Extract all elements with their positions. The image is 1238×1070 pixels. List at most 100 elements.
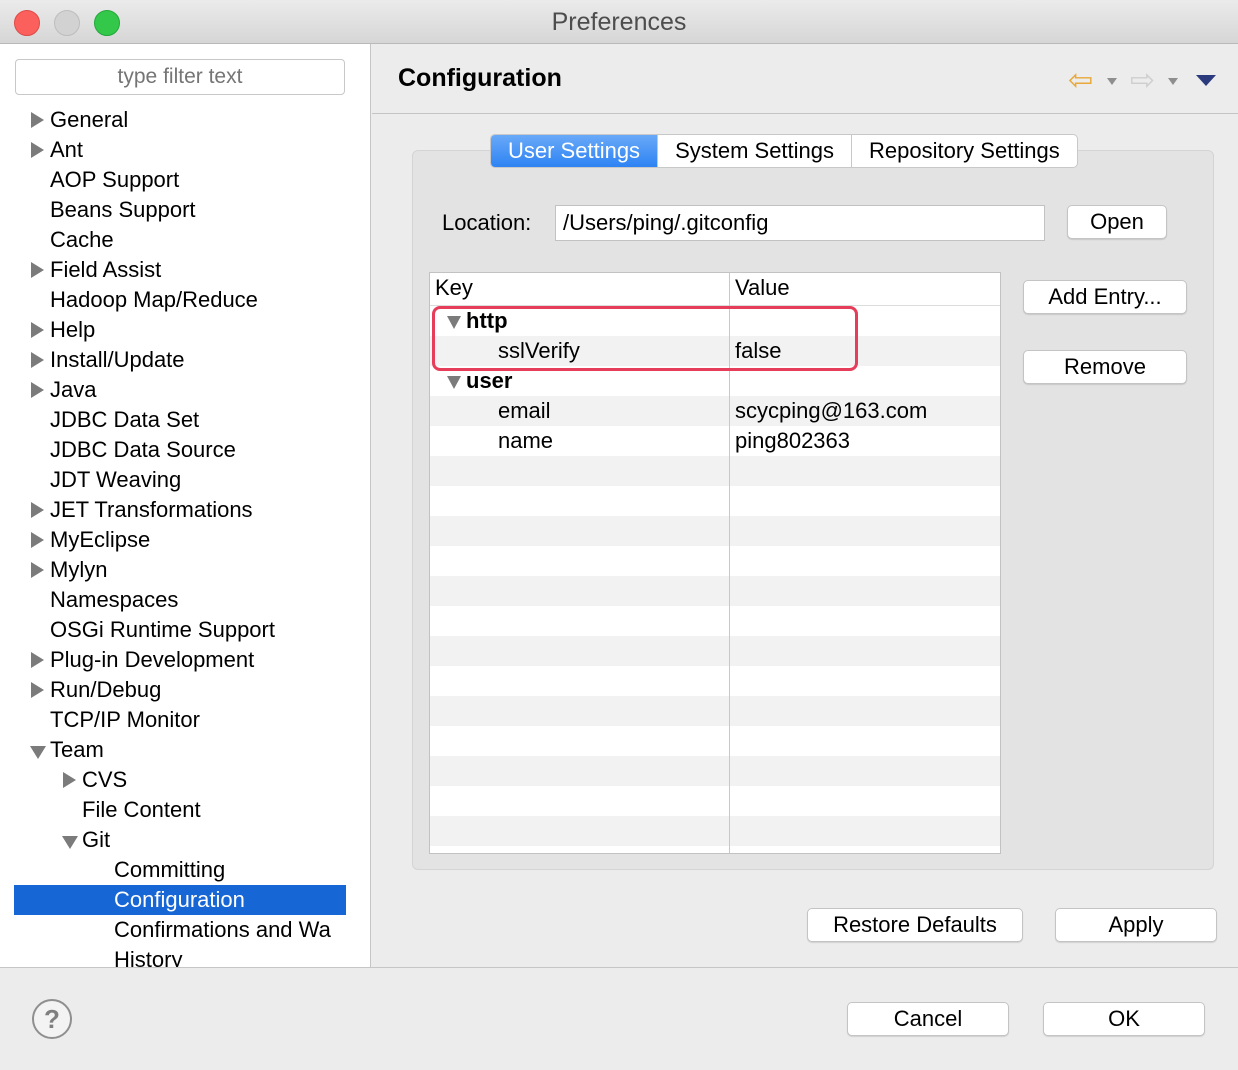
- collapse-arrow-icon[interactable]: [447, 376, 461, 389]
- sidebar-item-label: Namespaces: [50, 587, 179, 612]
- sidebar-item-tcp-ip-monitor[interactable]: TCP/IP Monitor: [0, 705, 370, 735]
- sidebar-item-plug-in-development[interactable]: Plug-in Development: [0, 645, 370, 675]
- page-title: Configuration: [398, 64, 562, 92]
- sidebar-item-general[interactable]: General: [0, 105, 370, 135]
- sidebar-item-ant[interactable]: Ant: [0, 135, 370, 165]
- sidebar-item-file-content[interactable]: File Content: [0, 795, 370, 825]
- view-menu-icon[interactable]: [1196, 75, 1216, 86]
- collapse-arrow-icon[interactable]: [62, 836, 78, 849]
- sidebar-item-label: CVS: [82, 767, 128, 792]
- title-bar: Preferences: [0, 0, 1238, 44]
- sidebar-item-label: Ant: [50, 137, 84, 162]
- empty-table-row: [430, 456, 1000, 486]
- empty-table-row: [430, 636, 1000, 666]
- forward-arrow-icon[interactable]: ⇨: [1130, 66, 1155, 96]
- expand-arrow-icon[interactable]: [31, 322, 44, 338]
- empty-table-row: [430, 786, 1000, 816]
- sidebar-item-jdbc-data-source[interactable]: JDBC Data Source: [0, 435, 370, 465]
- help-icon[interactable]: ?: [32, 999, 72, 1039]
- sidebar-item-label: Run/Debug: [50, 677, 162, 702]
- sidebar-item-myeclipse[interactable]: MyEclipse: [0, 525, 370, 555]
- sidebar-item-label: Configuration: [114, 887, 245, 912]
- sidebar-item-label: Git: [82, 827, 111, 852]
- tab-user-settings[interactable]: User Settings: [491, 135, 659, 167]
- expand-arrow-icon[interactable]: [31, 262, 44, 278]
- sidebar-item-beans-support[interactable]: Beans Support: [0, 195, 370, 225]
- sidebar-item-label: Confirmations and Wa: [114, 917, 331, 942]
- sidebar-item-cache[interactable]: Cache: [0, 225, 370, 255]
- sidebar-item-label: Beans Support: [50, 197, 196, 222]
- expand-arrow-icon[interactable]: [31, 142, 44, 158]
- expand-arrow-icon[interactable]: [31, 352, 44, 368]
- sidebar-item-hadoop-map-reduce[interactable]: Hadoop Map/Reduce: [0, 285, 370, 315]
- table-row[interactable]: name ping802363: [430, 426, 1000, 456]
- sidebar-item-label: Java: [50, 377, 97, 402]
- sidebar-item-jdt-weaving[interactable]: JDT Weaving: [0, 465, 370, 495]
- highlight-annotation: [432, 306, 858, 371]
- cancel-button[interactable]: Cancel: [847, 1002, 1009, 1036]
- add-entry-button[interactable]: Add Entry...: [1023, 280, 1187, 314]
- expand-arrow-icon[interactable]: [63, 772, 76, 788]
- apply-button[interactable]: Apply: [1055, 908, 1217, 942]
- empty-table-row: [430, 696, 1000, 726]
- expand-arrow-icon[interactable]: [31, 652, 44, 668]
- restore-defaults-button[interactable]: Restore Defaults: [807, 908, 1023, 942]
- sidebar-item-aop-support[interactable]: AOP Support: [0, 165, 370, 195]
- filter-input[interactable]: [15, 59, 345, 95]
- sidebar-item-confirmations-and-wa[interactable]: Confirmations and Wa: [0, 915, 370, 945]
- sidebar-item-label: TCP/IP Monitor: [50, 707, 200, 732]
- sidebar-item-java[interactable]: Java: [0, 375, 370, 405]
- sidebar-item-configuration[interactable]: Configuration: [14, 885, 346, 915]
- sidebar-item-label: Committing: [114, 857, 226, 882]
- sidebar-item-team[interactable]: Team: [0, 735, 370, 765]
- table-row[interactable]: email scycping@163.com: [430, 396, 1000, 426]
- window-title: Preferences: [551, 8, 687, 36]
- config-key: name: [498, 428, 554, 453]
- empty-table-row: [430, 516, 1000, 546]
- empty-table-row: [430, 756, 1000, 786]
- collapse-arrow-icon[interactable]: [30, 746, 46, 759]
- ok-button[interactable]: OK: [1043, 1002, 1205, 1036]
- sidebar-item-cvs[interactable]: CVS: [0, 765, 370, 795]
- empty-table-row: [430, 606, 1000, 636]
- sidebar-item-field-assist[interactable]: Field Assist: [0, 255, 370, 285]
- sidebar-item-label: OSGi Runtime Support: [50, 617, 275, 642]
- sidebar-item-label: JDT Weaving: [50, 467, 182, 492]
- sidebar-item-jdbc-data-set[interactable]: JDBC Data Set: [0, 405, 370, 435]
- expand-arrow-icon[interactable]: [31, 562, 44, 578]
- back-arrow-icon[interactable]: ⇦: [1068, 66, 1093, 96]
- remove-button[interactable]: Remove: [1023, 350, 1187, 384]
- sidebar-item-label: Mylyn: [50, 557, 108, 582]
- sidebar-item-osgi-runtime-support[interactable]: OSGi Runtime Support: [0, 615, 370, 645]
- column-header-key[interactable]: Key: [435, 275, 473, 301]
- sidebar-item-mylyn[interactable]: Mylyn: [0, 555, 370, 585]
- sidebar-item-history[interactable]: History: [0, 945, 370, 967]
- expand-arrow-icon[interactable]: [31, 532, 44, 548]
- expand-arrow-icon[interactable]: [31, 502, 44, 518]
- location-field[interactable]: [555, 205, 1045, 241]
- sidebar-item-install-update[interactable]: Install/Update: [0, 345, 370, 375]
- sidebar-item-committing[interactable]: Committing: [0, 855, 370, 885]
- sidebar-item-label: MyEclipse: [50, 527, 151, 552]
- config-key: email: [498, 398, 551, 423]
- config-value: scycping@163.com: [735, 398, 928, 423]
- empty-table-row: [430, 726, 1000, 756]
- sidebar-item-help[interactable]: Help: [0, 315, 370, 345]
- empty-table-row: [430, 816, 1000, 846]
- sidebar-item-jet-transformations[interactable]: JET Transformations: [0, 495, 370, 525]
- expand-arrow-icon[interactable]: [31, 682, 44, 698]
- tab-system-settings[interactable]: System Settings: [658, 135, 853, 167]
- forward-history-dropdown-icon[interactable]: [1168, 78, 1178, 85]
- sidebar-item-run-debug[interactable]: Run/Debug: [0, 675, 370, 705]
- empty-table-row: [430, 846, 1000, 853]
- open-button[interactable]: Open: [1067, 205, 1167, 239]
- sidebar-item-label: Team: [50, 737, 104, 762]
- sidebar-item-label: File Content: [82, 797, 201, 822]
- expand-arrow-icon[interactable]: [31, 382, 44, 398]
- expand-arrow-icon[interactable]: [31, 112, 44, 128]
- back-history-dropdown-icon[interactable]: [1107, 78, 1117, 85]
- tab-repository-settings[interactable]: Repository Settings: [852, 135, 1077, 167]
- column-header-value[interactable]: Value: [735, 275, 790, 301]
- sidebar-item-namespaces[interactable]: Namespaces: [0, 585, 370, 615]
- sidebar-item-git[interactable]: Git: [0, 825, 370, 855]
